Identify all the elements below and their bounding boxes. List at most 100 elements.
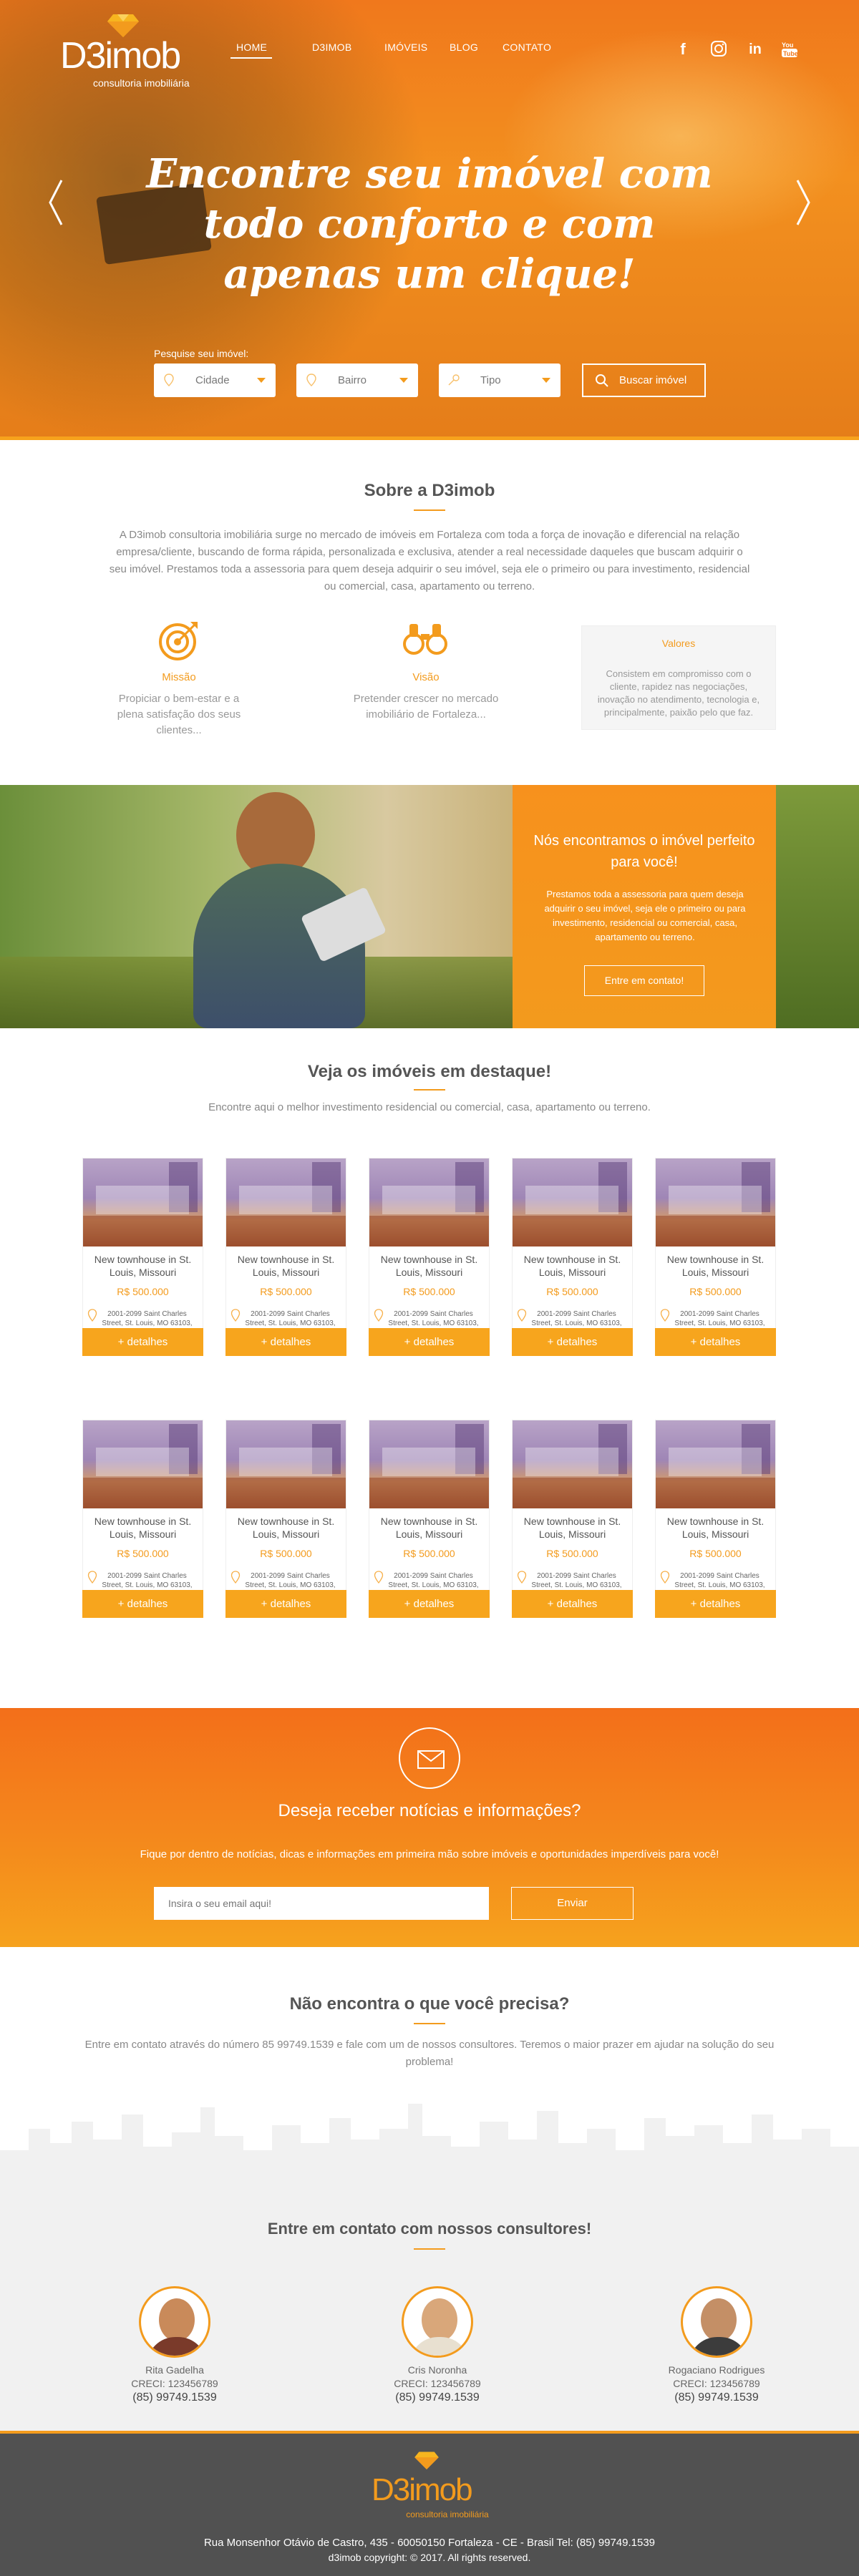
nav-blog[interactable]: BLOG [450,42,478,53]
city-select-value: Cidade [195,374,230,386]
listing-photo[interactable] [226,1420,346,1508]
nav-active-indicator [230,57,272,59]
hero-section: D3imob consultoria imobiliária HOME D3IM… [0,0,859,440]
divider [414,1089,445,1091]
type-select[interactable]: Tipo [439,364,560,397]
listing-title[interactable]: New townhouse in St. Louis, Missouri [232,1253,340,1279]
details-button[interactable]: + detalhes [512,1590,633,1618]
listing-photo[interactable] [226,1158,346,1246]
consultants-title: Entre em contato com nossos consultores! [267,2220,592,2238]
facebook-icon[interactable]: f [674,40,692,59]
consultant-card: Cris Noronha CRECI: 123456789 (85) 99749… [366,2363,509,2404]
divider [414,509,445,511]
neighborhood-select-value: Bairro [338,374,367,386]
listing-photo[interactable] [369,1420,489,1508]
listing-title[interactable]: New townhouse in St. Louis, Missouri [661,1515,770,1541]
instagram-icon[interactable] [709,40,728,59]
nav-contato[interactable]: CONTATO [503,42,551,53]
search-button[interactable]: Buscar imóvel [582,364,706,397]
details-button[interactable]: + detalhes [369,1328,490,1356]
promo-box: Nós encontramos o imóvel perfeito para v… [513,785,776,1028]
map-pin-icon [87,1571,97,1584]
listing-photo[interactable] [83,1158,203,1246]
details-button[interactable]: + detalhes [512,1328,633,1356]
consultant-phone[interactable]: (85) 99749.1539 [103,2391,246,2404]
details-button[interactable]: + detalhes [655,1590,776,1618]
caret-down-icon [257,378,266,383]
listing-title[interactable]: New townhouse in St. Louis, Missouri [661,1253,770,1279]
listings-subtitle: Encontre aqui o melhor investimento resi… [208,1101,651,1113]
send-button[interactable]: Enviar [511,1887,634,1920]
vision-title: Visão [412,671,440,683]
youtube-icon[interactable]: You Tube [780,40,799,59]
map-pin-icon [164,374,174,386]
map-pin-icon [660,1571,670,1584]
listing-photo[interactable] [513,1420,632,1508]
map-pin-icon [87,1309,97,1322]
listing-card[interactable]: New townhouse in St. Louis, Missouri R$ 5… [369,1158,490,1356]
neighborhood-select[interactable]: Bairro [296,364,418,397]
consultant-phone[interactable]: (85) 99749.1539 [645,2391,788,2404]
mission-text: Propiciar o bem-estar e a plena satisfaç… [117,693,241,736]
listing-title[interactable]: New townhouse in St. Louis, Missouri [518,1253,626,1279]
newsletter-text: Fique por dentro de notícias, dicas e in… [140,1848,719,1860]
details-button[interactable]: + detalhes [369,1590,490,1618]
listing-photo[interactable] [83,1420,203,1508]
listing-price: R$ 500.000 [546,1286,598,1297]
listing-card[interactable]: New townhouse in St. Louis, Missouri R$ 5… [369,1420,490,1618]
nav-d3imob[interactable]: D3IMOB [312,42,351,53]
divider [414,2023,445,2024]
listing-price: R$ 500.000 [546,1548,598,1559]
caret-down-icon [542,378,550,383]
consultants-section: Entre em contato com nossos consultores!… [0,2186,859,2431]
svg-text:You: You [782,42,793,49]
listing-title[interactable]: New townhouse in St. Louis, Missouri [518,1515,626,1541]
consultant-phone[interactable]: (85) 99749.1539 [366,2391,509,2404]
listing-card[interactable]: New townhouse in St. Louis, Missouri R$ 5… [655,1158,776,1356]
listing-price: R$ 500.000 [260,1548,312,1559]
target-icon [159,622,198,660]
listing-title[interactable]: New townhouse in St. Louis, Missouri [375,1515,483,1541]
binoculars-icon [403,624,447,655]
nav-imoveis[interactable]: IMÓVEIS [384,42,427,53]
listing-card[interactable]: New townhouse in St. Louis, Missouri R$ 5… [82,1158,203,1356]
footer-tagline: consultoria imobiliária [406,2509,489,2519]
listing-title[interactable]: New townhouse in St. Louis, Missouri [232,1515,340,1541]
newsletter-icon-circle [399,1727,460,1789]
listing-price: R$ 500.000 [403,1548,455,1559]
details-button[interactable]: + detalhes [225,1328,346,1356]
listing-card[interactable]: New townhouse in St. Louis, Missouri R$ 5… [655,1420,776,1618]
listing-photo[interactable] [369,1158,489,1246]
nav-home[interactable]: HOME [236,42,267,53]
listing-card[interactable]: New townhouse in St. Louis, Missouri R$ 5… [512,1420,633,1618]
linkedin-icon[interactable]: in [746,40,765,59]
listing-title[interactable]: New townhouse in St. Louis, Missouri [89,1515,197,1541]
listing-card[interactable]: New townhouse in St. Louis, Missouri R$ 5… [512,1158,633,1356]
svg-text:Tube: Tube [783,50,798,57]
chevron-right-icon[interactable] [795,177,812,228]
listing-title[interactable]: New townhouse in St. Louis, Missouri [375,1253,483,1279]
details-button[interactable]: + detalhes [82,1328,203,1356]
footer-logo[interactable]: D3imob [372,2472,473,2508]
listing-photo[interactable] [656,1420,775,1508]
details-button[interactable]: + detalhes [225,1590,346,1618]
map-pin-icon [230,1571,241,1584]
avatar [681,2286,752,2358]
chevron-left-icon[interactable] [47,177,64,228]
listing-title[interactable]: New townhouse in St. Louis, Missouri [89,1253,197,1279]
listing-card[interactable]: New townhouse in St. Louis, Missouri R$ 5… [225,1420,346,1618]
details-button[interactable]: + detalhes [655,1328,776,1356]
consultant-card: Rita Gadelha CRECI: 123456789 (85) 99749… [103,2363,246,2404]
vision-text: Pretender crescer no mercado imobiliário… [353,693,499,721]
city-select[interactable]: Cidade [154,364,276,397]
envelope-icon [417,1750,445,1769]
listing-card[interactable]: New townhouse in St. Louis, Missouri R$ 5… [225,1158,346,1356]
avatar [139,2286,210,2358]
details-button[interactable]: + detalhes [82,1590,203,1618]
listing-card[interactable]: New townhouse in St. Louis, Missouri R$ 5… [82,1420,203,1618]
listing-photo[interactable] [513,1158,632,1246]
contact-button[interactable]: Entre em contato! [584,965,704,996]
email-input[interactable] [154,1887,489,1920]
listing-photo[interactable] [656,1158,775,1246]
avatar [402,2286,473,2358]
